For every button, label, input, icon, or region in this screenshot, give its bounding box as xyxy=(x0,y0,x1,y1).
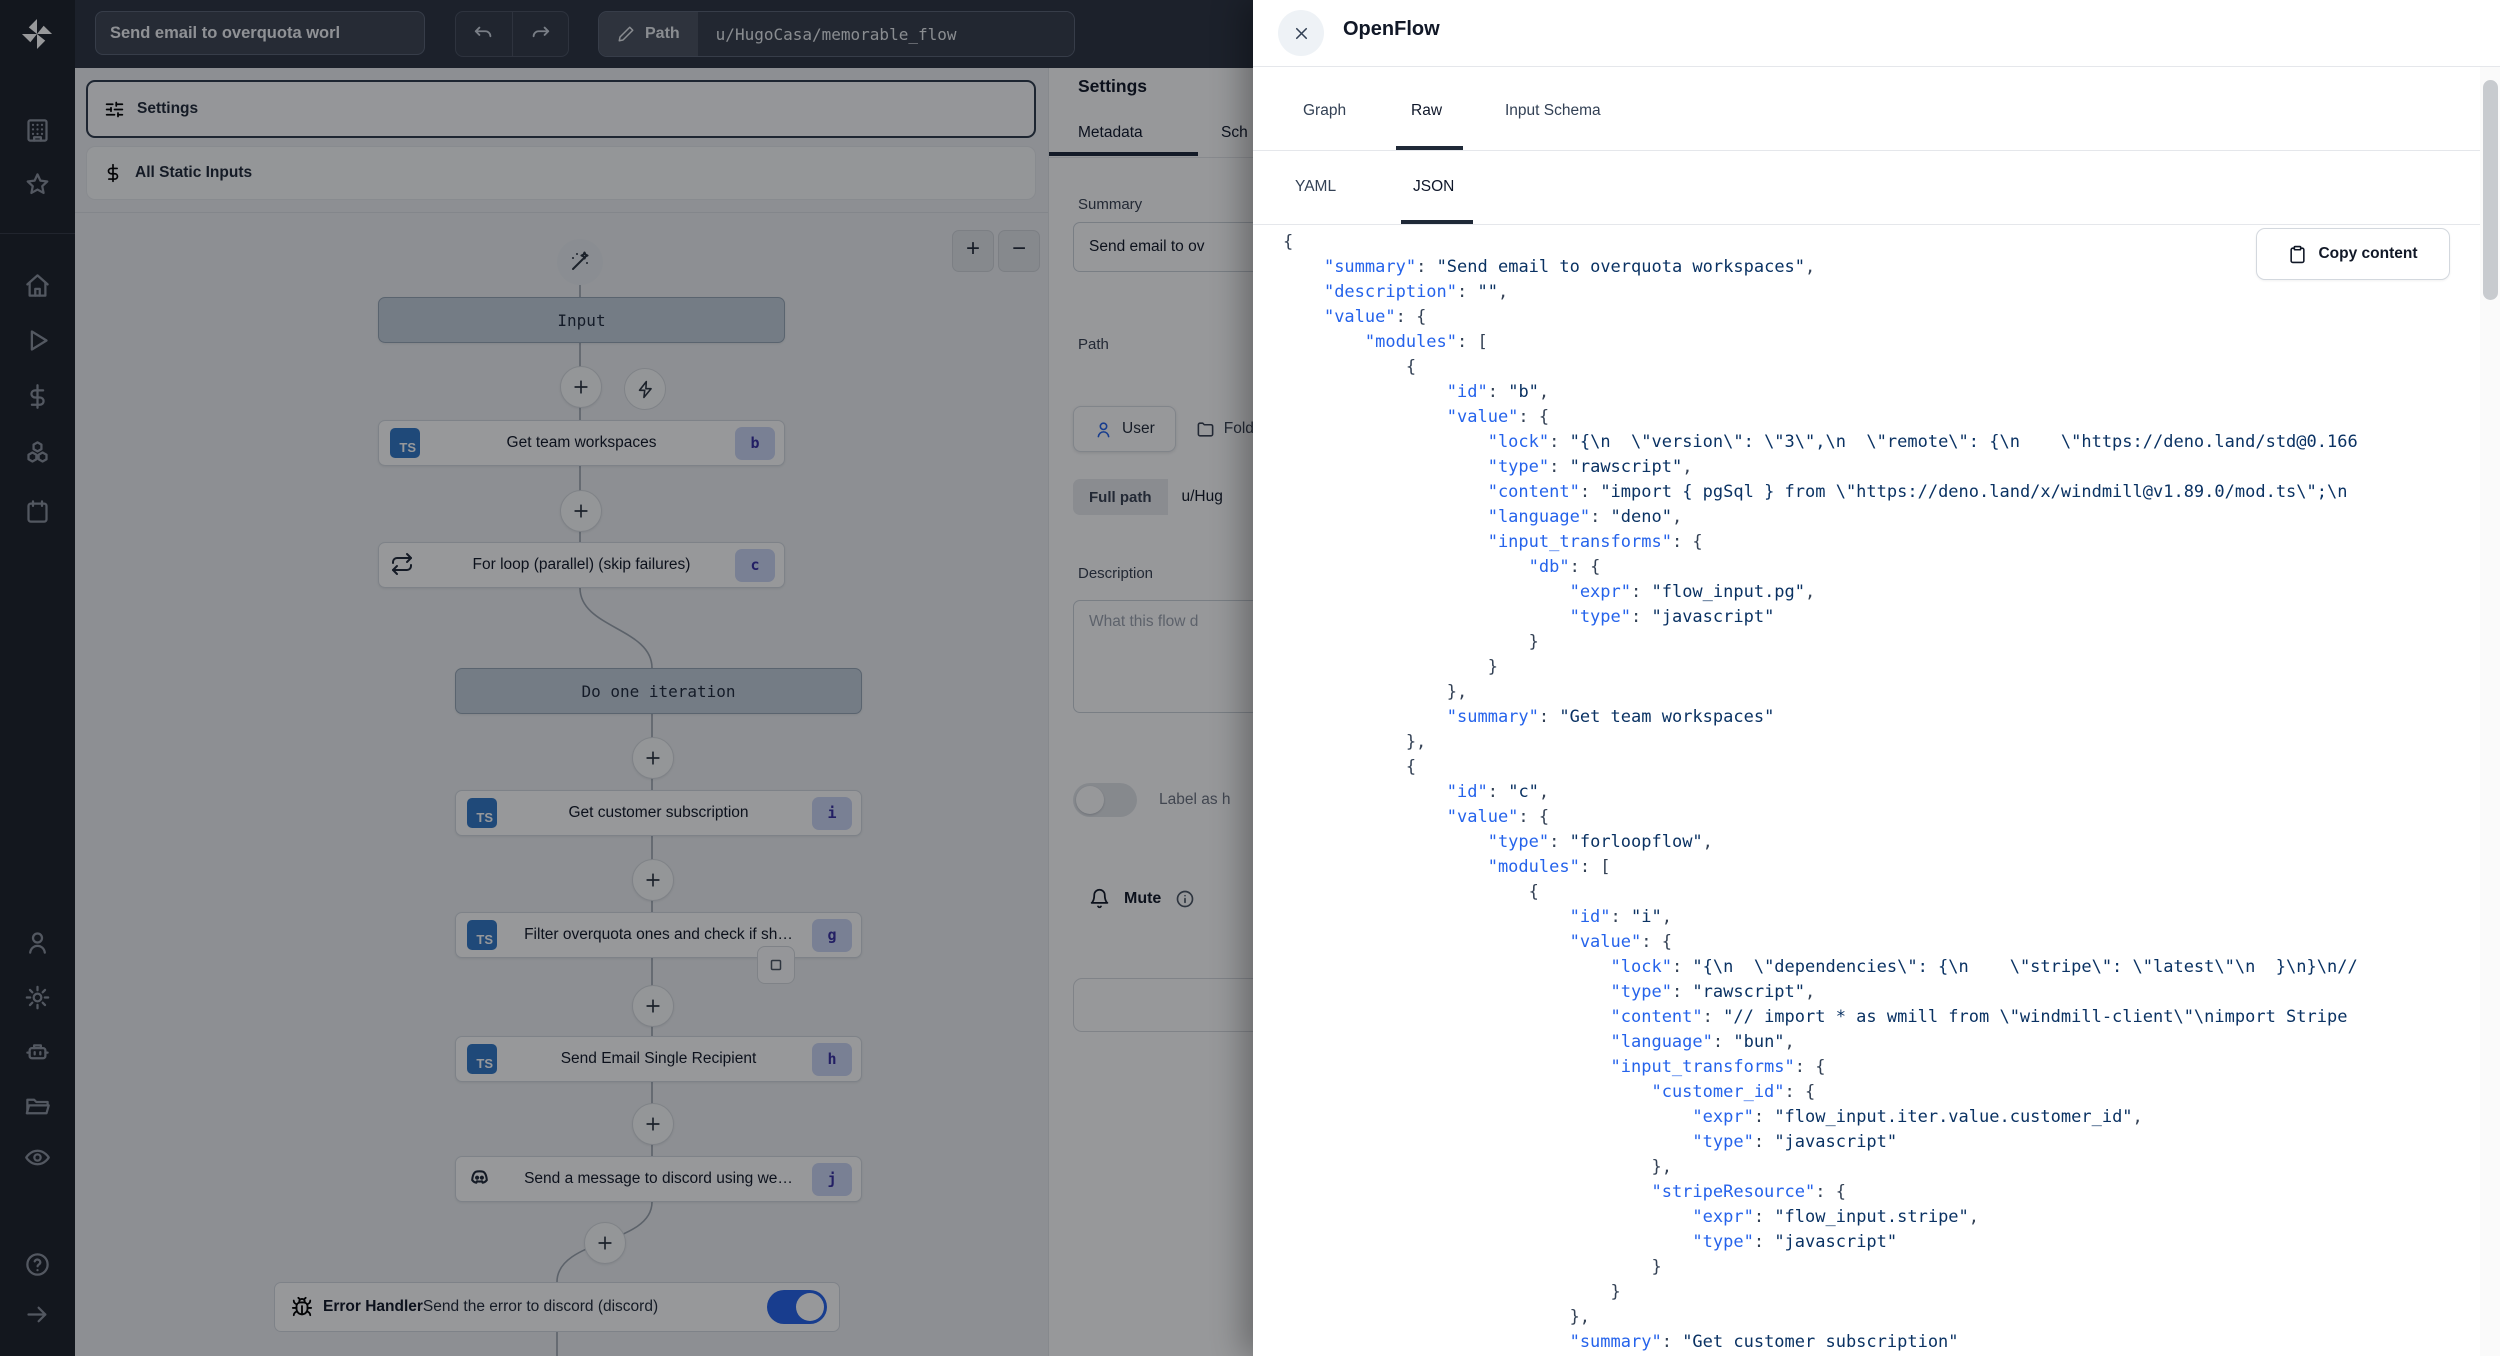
openflow-drawer: OpenFlow Graph Raw Input Schema YAML JSO… xyxy=(1253,0,2500,1356)
divider xyxy=(1253,150,2500,151)
tab-raw[interactable]: Raw xyxy=(1411,102,1442,120)
json-code: { "summary": "Send email to overquota wo… xyxy=(1253,230,2481,1356)
tab-input-schema[interactable]: Input Schema xyxy=(1505,102,1601,120)
subtab-json[interactable]: JSON xyxy=(1413,178,1454,196)
subtab-yaml[interactable]: YAML xyxy=(1295,178,1336,196)
drawer-title: OpenFlow xyxy=(1343,18,1440,41)
tab-graph[interactable]: Graph xyxy=(1303,102,1346,120)
scrollbar-track[interactable] xyxy=(2480,67,2500,1356)
copy-content-label: Copy content xyxy=(2318,245,2417,263)
copy-content-button[interactable]: Copy content xyxy=(2256,228,2450,280)
close-icon xyxy=(1292,24,1311,43)
divider xyxy=(1253,224,2500,225)
divider xyxy=(1253,66,2500,67)
close-button[interactable] xyxy=(1278,10,1324,56)
windmill-flow-editor: Path u/HugoCasa/memorable_flow Settings … xyxy=(0,0,2500,1356)
clipboard-icon xyxy=(2288,245,2307,264)
scrollbar-thumb[interactable] xyxy=(2483,80,2498,300)
drawer-backdrop[interactable] xyxy=(0,0,1253,1356)
